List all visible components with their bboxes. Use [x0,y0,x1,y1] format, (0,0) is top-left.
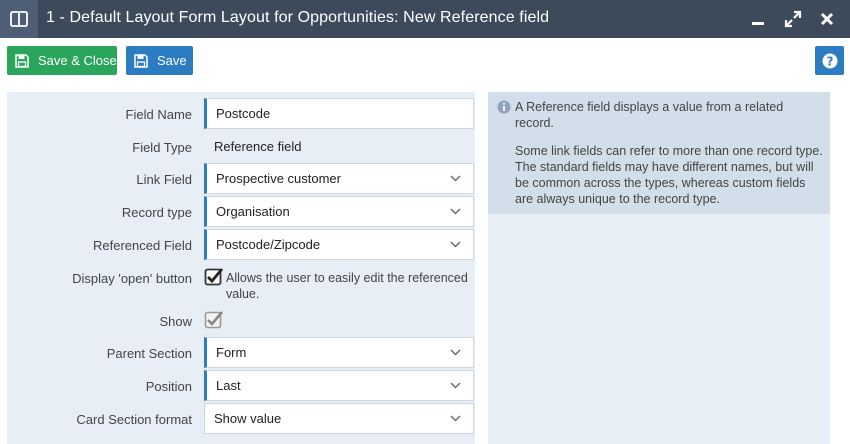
display-open-checkbox[interactable] [204,267,224,287]
window-title: 1 - Default Layout Form Layout for Oppor… [46,9,550,26]
panel-layout-icon[interactable] [0,0,38,38]
position-value: Last [216,378,241,393]
link-field-label: Link Field [136,172,192,187]
floppy-disk-icon [134,53,148,68]
form-panel: Field Name Postcode Field Type Reference… [7,92,475,444]
floppy-disk-icon [15,53,29,68]
question-icon: ? [822,53,837,68]
record-type-value: Organisation [216,204,290,219]
parent-section-label: Parent Section [106,346,192,361]
chevron-down-icon [450,415,461,422]
referenced-field-label: Referenced Field [93,238,192,253]
field-name-input[interactable]: Postcode [204,98,474,129]
field-name-label: Field Name [125,107,192,122]
card-section-format-value: Show value [214,411,282,426]
info-paragraph-2: Some link fields can refer to more than … [515,144,823,206]
svg-text:?: ? [826,54,833,68]
info-paragraph-1: A Reference field displays a value from … [515,100,784,130]
maximize-icon[interactable] [782,8,804,30]
display-open-label: Display 'open' button [72,271,192,286]
show-label: Show [159,314,192,329]
field-type-label: Field Type [132,140,192,155]
minimize-icon[interactable] [747,8,769,30]
link-field-value: Prospective customer [216,171,341,186]
info-icon [497,100,511,114]
chevron-down-icon [450,175,461,182]
save-and-close-label: Save & Close [38,53,117,68]
info-panel: A Reference field displays a value from … [488,92,830,444]
position-select[interactable]: Last [204,370,474,401]
link-field-select[interactable]: Prospective customer [204,163,474,194]
info-box: A Reference field displays a value from … [488,92,830,214]
help-button[interactable]: ? [815,46,844,75]
record-type-select[interactable]: Organisation [204,196,474,227]
display-open-description: Allows the user to easily edit the refer… [226,271,468,301]
save-and-close-button[interactable]: Save & Close [7,46,117,75]
field-name-value: Postcode [216,106,271,121]
referenced-field-select[interactable]: Postcode/Zipcode [204,229,474,260]
chevron-down-icon [450,382,461,389]
position-label: Position [145,379,192,394]
chevron-down-icon [450,349,461,356]
field-type-value: Reference field [214,139,302,154]
parent-section-value: Form [216,345,247,360]
referenced-field-value: Postcode/Zipcode [216,237,321,252]
save-label: Save [157,53,187,68]
show-checkbox[interactable] [204,310,224,330]
card-section-format-label: Card Section format [76,412,192,427]
record-type-label: Record type [121,205,192,220]
chevron-down-icon [450,241,461,248]
parent-section-select[interactable]: Form [204,337,474,368]
chevron-down-icon [450,208,461,215]
title-bar: 1 - Default Layout Form Layout for Oppor… [0,0,850,38]
card-section-format-select[interactable]: Show value [204,403,474,434]
save-button[interactable]: Save [126,46,193,75]
close-icon[interactable] [816,8,838,30]
